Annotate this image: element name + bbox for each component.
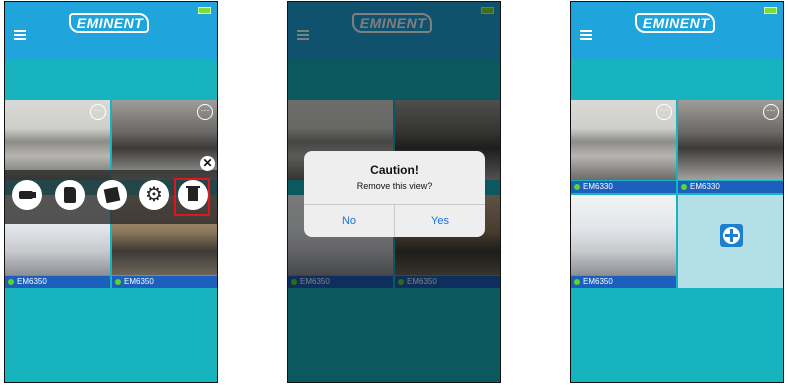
camera-label-bar: EM6330 — [571, 181, 676, 193]
menu-icon[interactable] — [14, 30, 26, 40]
confirm-dialog: Caution! Remove this view? No Yes — [304, 151, 485, 237]
camera-name: EM6350 — [17, 277, 47, 286]
sd-card-icon[interactable] — [55, 180, 85, 210]
more-icon[interactable]: ··· — [197, 104, 213, 120]
status-dot — [574, 279, 580, 285]
phone-screen-dialog: EMINENT EM6350 EM6350 Caution! Remove th… — [287, 1, 501, 383]
status-dot — [681, 184, 687, 190]
battery-icon — [198, 7, 211, 14]
camera-grid: ··· EM6330 ··· EM6330 EM6350 — [571, 100, 783, 288]
camera-tile[interactable]: ··· EM6330 — [571, 100, 676, 193]
plus-icon[interactable] — [720, 224, 743, 247]
camera-thumbnail — [571, 195, 676, 275]
phone-screen-actions: EMINENT ··· ··· EM6350 EM6350 ⚙ ✕ — [4, 1, 218, 383]
camera-name: EM6330 — [690, 182, 720, 191]
camera-tile[interactable]: ··· EM6330 — [678, 100, 783, 193]
camera-tile[interactable]: EM6350 — [571, 195, 676, 288]
dialog-message: Remove this view? — [356, 181, 433, 191]
header-bar: EMINENT — [571, 2, 783, 60]
gear-icon[interactable]: ⚙ — [139, 180, 169, 210]
trash-highlight — [174, 178, 210, 216]
yes-button[interactable]: Yes — [395, 205, 485, 237]
status-dot — [574, 184, 580, 190]
more-icon[interactable]: ··· — [90, 104, 106, 120]
camera-name: EM6350 — [124, 277, 154, 286]
photo-icon[interactable] — [97, 180, 127, 210]
camera-icon[interactable] — [12, 180, 42, 210]
dialog-title: Caution! — [370, 163, 419, 177]
phone-screen-result: EMINENT ··· EM6330 ··· EM6330 EM6350 — [570, 1, 784, 383]
camera-name: EM6350 — [583, 277, 613, 286]
no-button[interactable]: No — [304, 205, 394, 237]
close-icon[interactable]: ✕ — [200, 156, 215, 171]
status-dot — [8, 279, 14, 285]
brand-logo: EMINENT — [635, 13, 717, 35]
status-dot — [115, 279, 121, 285]
brand-logo: EMINENT — [69, 13, 151, 35]
battery-icon — [764, 7, 777, 14]
more-icon[interactable]: ··· — [656, 104, 672, 120]
camera-name: EM6330 — [583, 182, 613, 191]
camera-label-bar: EM6350 — [571, 276, 676, 288]
camera-label-bar: EM6350 — [5, 276, 110, 288]
header-bar: EMINENT — [5, 2, 217, 60]
menu-icon[interactable] — [580, 30, 592, 40]
camera-label-bar: EM6350 — [112, 276, 217, 288]
more-icon[interactable]: ··· — [763, 104, 779, 120]
add-camera-tile[interactable] — [678, 195, 783, 288]
camera-label-bar: EM6330 — [678, 181, 783, 193]
